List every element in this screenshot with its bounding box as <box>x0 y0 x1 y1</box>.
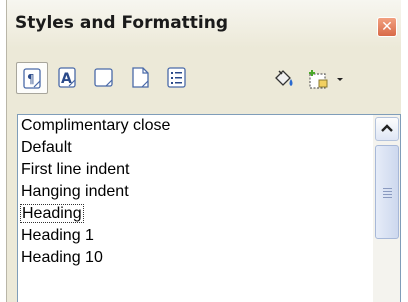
scroll-up-button[interactable] <box>375 117 399 141</box>
page-styles-button[interactable] <box>125 62 157 94</box>
list-item-selected[interactable]: Heading <box>18 203 370 225</box>
list-item[interactable]: Hanging indent <box>18 181 370 203</box>
frame-styles-button[interactable] <box>88 62 120 94</box>
list-styles-button[interactable] <box>161 62 193 94</box>
paragraph-styles-button[interactable]: ¶ <box>16 62 48 94</box>
list-item[interactable]: Heading 1 <box>18 225 370 247</box>
vertical-scrollbar[interactable] <box>373 115 400 302</box>
paragraph-styles-icon: ¶ <box>23 68 41 89</box>
fill-format-mode-button[interactable] <box>267 62 299 94</box>
new-style-from-selection-button[interactable] <box>301 62 347 94</box>
scroll-thumb[interactable] <box>375 145 399 239</box>
new-style-from-selection-icon <box>309 70 343 89</box>
list-item[interactable]: Complimentary close <box>18 115 370 137</box>
styles-listbox[interactable]: Complimentary close Default First line i… <box>17 114 401 302</box>
list-item[interactable]: Heading 10 <box>18 247 370 269</box>
styles-and-formatting-panel: Styles and Formatting ✕ ¶ A Complimentar… <box>6 0 401 302</box>
style-category-toolbar: ¶ A <box>7 52 401 104</box>
character-styles-button[interactable]: A <box>52 62 84 94</box>
panel-titlebar: Styles and Formatting ✕ <box>7 0 401 48</box>
chevron-up-icon <box>381 124 393 132</box>
character-styles-icon: A <box>58 67 76 88</box>
style-list: Complimentary close Default First line i… <box>18 115 370 269</box>
close-icon: ✕ <box>381 19 393 35</box>
list-styles-icon <box>167 67 186 88</box>
fill-format-mode-icon <box>275 70 293 86</box>
frame-styles-icon <box>94 68 113 87</box>
panel-title: Styles and Formatting <box>15 13 229 33</box>
list-item[interactable]: Default <box>18 137 370 159</box>
close-button[interactable]: ✕ <box>377 17 397 37</box>
page-styles-icon <box>132 67 149 88</box>
list-item[interactable]: First line indent <box>18 159 370 181</box>
svg-text:¶: ¶ <box>27 72 35 86</box>
